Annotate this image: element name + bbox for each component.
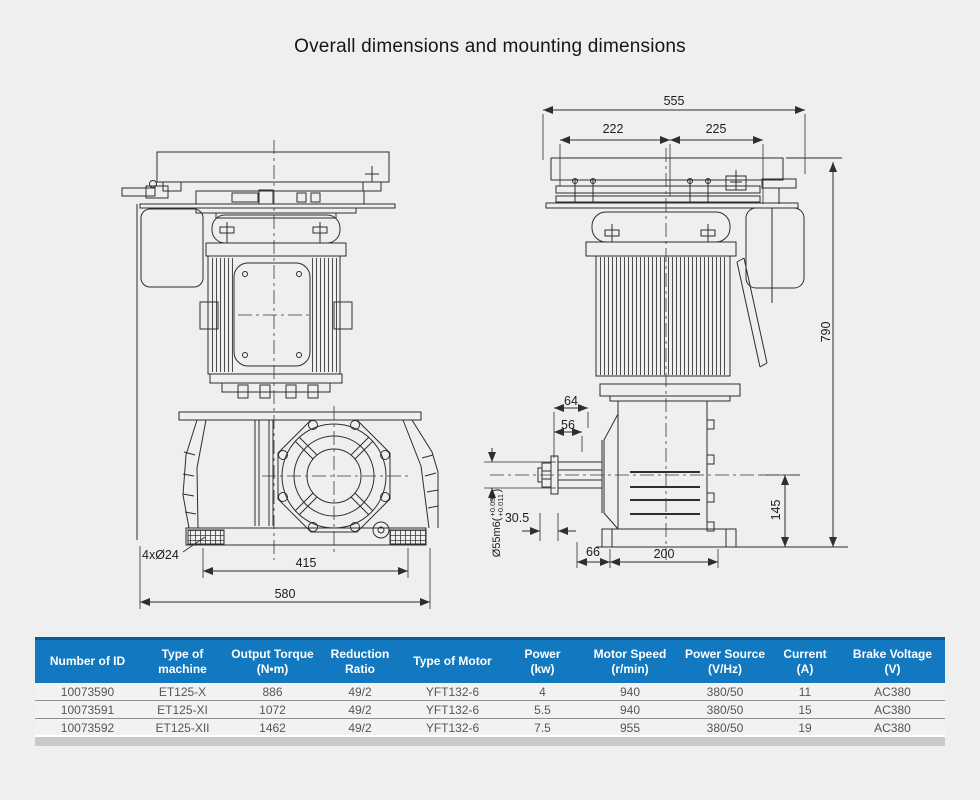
table-cell: AC380 [840, 719, 945, 737]
table-cell: AC380 [840, 701, 945, 719]
table-cell: 886 [225, 683, 320, 701]
table-cell: 10073591 [35, 701, 140, 719]
table-cell: ET125-XI [140, 701, 225, 719]
table-cell: 49/2 [320, 683, 400, 701]
table-row: 10073591 ET125-XI 1072 49/2 YFT132-6 5.5… [35, 701, 945, 719]
table-cell: 940 [580, 701, 680, 719]
column-header-brake-voltage: Brake Voltage (V) [840, 639, 945, 684]
shaft-tol-lower: +0.011 [497, 493, 505, 516]
table-cell: 940 [580, 683, 680, 701]
table-cell: 11 [770, 683, 840, 701]
paren-open: ( [491, 518, 503, 522]
dim-bolt-holes-label: 4xØ24 [142, 548, 179, 562]
table-cell: 10073592 [35, 719, 140, 737]
table-row: 10073592 ET125-XII 1462 49/2 YFT132-6 7.… [35, 719, 945, 737]
table-cell: 380/50 [680, 719, 770, 737]
dim-145-label: 145 [769, 500, 783, 521]
dim-580-label: 580 [275, 587, 296, 601]
table-cell: 15 [770, 701, 840, 719]
table-cell: 19 [770, 719, 840, 737]
dim-200-label: 200 [654, 547, 675, 561]
table-cell: ET125-X [140, 683, 225, 701]
table-cell: 1462 [225, 719, 320, 737]
dim-56-label: 56 [561, 418, 575, 432]
table-cell: 380/50 [680, 683, 770, 701]
header-row: Number of ID Type of machine Output Torq… [35, 639, 945, 684]
column-header-current: Current (A) [770, 639, 840, 684]
table-cell: 10073590 [35, 683, 140, 701]
table-cell: 1072 [225, 701, 320, 719]
column-header-type-of-machine: Type of machine [140, 639, 225, 684]
table-footer-bar [35, 735, 945, 746]
dim-66-label: 66 [586, 545, 600, 559]
table-cell: 49/2 [320, 719, 400, 737]
dim-64-label: 64 [564, 394, 578, 408]
paren-close: ) [491, 489, 503, 493]
table-cell: 380/50 [680, 701, 770, 719]
table-cell: YFT132-6 [400, 701, 505, 719]
shaft-dia-text: Ø55m6 [491, 521, 503, 557]
dim-225-label: 225 [706, 122, 727, 136]
dim-555-label: 555 [664, 94, 685, 108]
column-header-power: Power (kw) [505, 639, 580, 684]
dim-30p5-label: 30.5 [505, 511, 529, 525]
table-cell: YFT132-6 [400, 719, 505, 737]
table-cell: 955 [580, 719, 680, 737]
table-cell: AC380 [840, 683, 945, 701]
dim-222-label: 222 [603, 122, 624, 136]
table-cell: 7.5 [505, 719, 580, 737]
table-row: 10073590 ET125-X 886 49/2 YFT132-6 4 940… [35, 683, 945, 701]
page: Overall dimensions and mounting dimensio… [0, 0, 980, 800]
column-header-output-torque: Output Torque (N•m) [225, 639, 320, 684]
table-cell: 4 [505, 683, 580, 701]
table-cell: YFT132-6 [400, 683, 505, 701]
column-header-type-of-motor: Type of Motor [400, 639, 505, 684]
table-cell: 5.5 [505, 701, 580, 719]
dim-415-label: 415 [296, 556, 317, 570]
column-header-motor-speed: Motor Speed (r/min) [580, 639, 680, 684]
table-cell: ET125-XII [140, 719, 225, 737]
column-header-power-source: Power Source (V/Hz) [680, 639, 770, 684]
dim-shaft-diameter-label: Ø55m6(+0.030+0.011) [489, 489, 505, 558]
front-view-drawing [122, 140, 438, 609]
column-header-reduction-ratio: Reduction Ratio [320, 639, 400, 684]
column-header-number-of-id: Number of ID [35, 639, 140, 684]
side-view-drawing [484, 110, 848, 568]
table-cell: 49/2 [320, 701, 400, 719]
dim-790-label: 790 [819, 322, 833, 343]
spec-table: Number of ID Type of machine Output Torq… [35, 637, 945, 737]
